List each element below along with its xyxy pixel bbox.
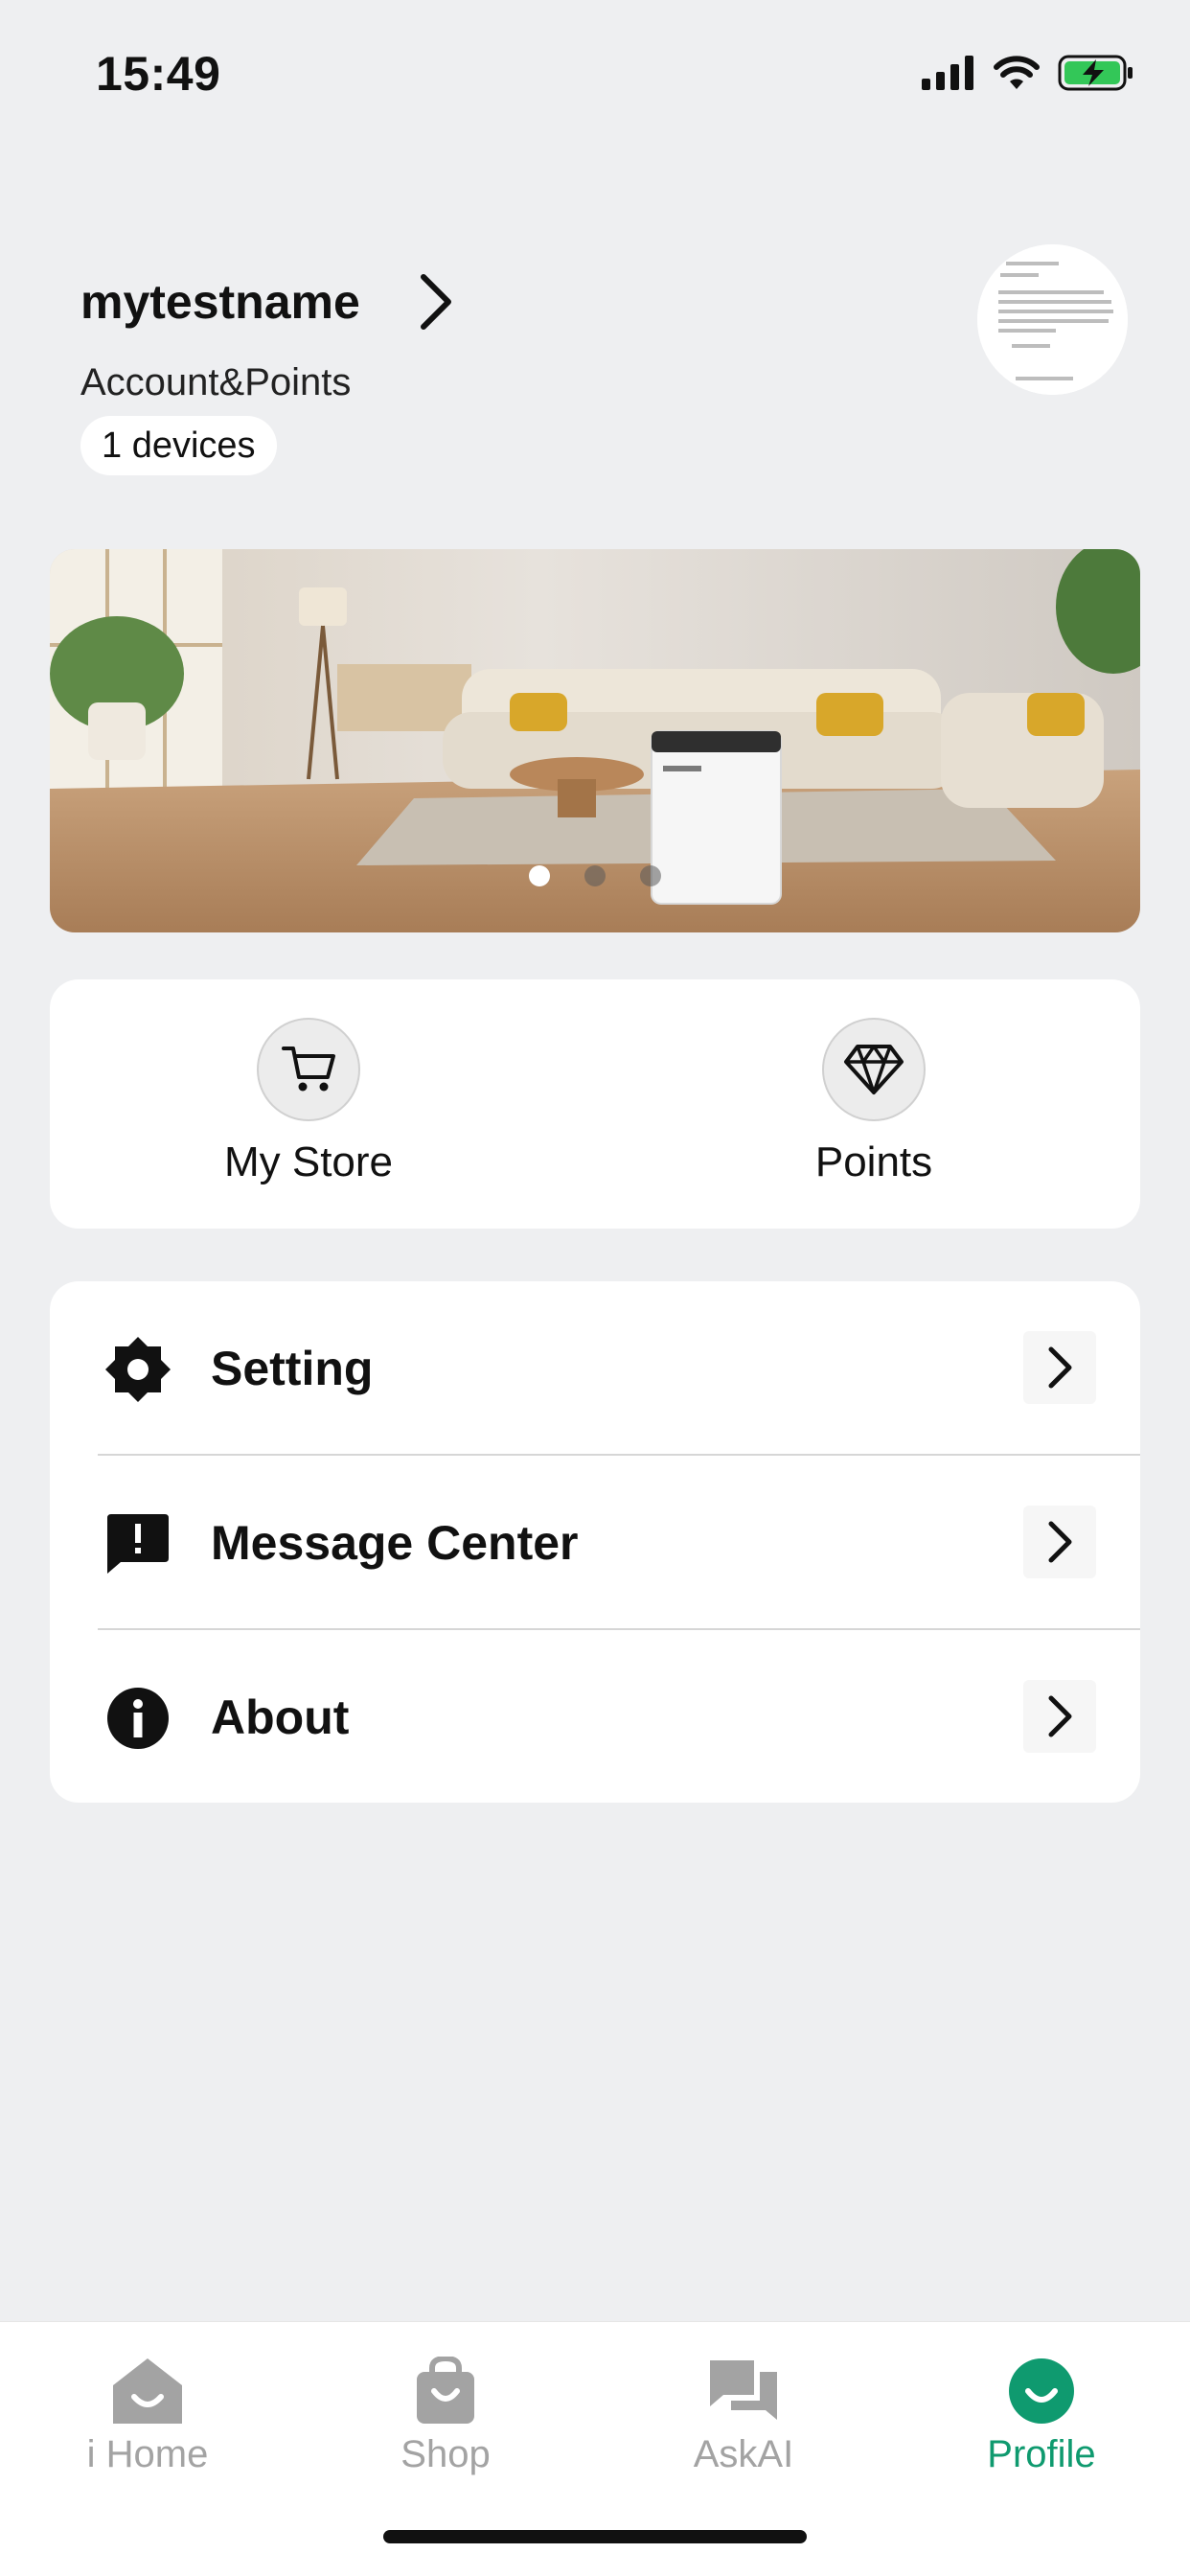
- status-bar: 15:49: [0, 0, 1190, 144]
- nav-label-askai: AskAI: [693, 2433, 794, 2475]
- home-indicator[interactable]: [383, 2530, 807, 2543]
- diamond-icon: [822, 1018, 926, 1121]
- points-label: Points: [814, 1138, 933, 1185]
- wifi-icon: [994, 56, 1040, 89]
- nav-item-askai[interactable]: AskAI: [638, 2357, 849, 2476]
- status-time: 15:49: [96, 47, 221, 101]
- menu-label-about: About: [211, 1690, 350, 1744]
- promo-banner[interactable]: [50, 549, 1140, 932]
- home-icon: [113, 2358, 182, 2424]
- chevron-right-icon: [420, 274, 451, 330]
- chevron-right-icon: [1023, 1506, 1096, 1578]
- battery-charging-icon: [1058, 55, 1133, 91]
- menu-card: Setting Message Center About: [50, 1281, 1140, 1803]
- shopping-bag-icon: [417, 2357, 474, 2424]
- info-icon: [103, 1684, 172, 1753]
- menu-label-message-center: Message Center: [211, 1516, 579, 1570]
- nav-label-home: i Home: [86, 2433, 209, 2475]
- shortcuts-card: My Store Points: [50, 979, 1140, 1229]
- username: mytestname: [80, 275, 360, 329]
- points-button[interactable]: Points: [721, 1018, 1027, 1186]
- menu-label-setting: Setting: [211, 1342, 374, 1395]
- devices-badge[interactable]: 1 devices: [80, 416, 277, 475]
- avatar[interactable]: [977, 244, 1128, 395]
- nav-label-profile: Profile: [987, 2433, 1096, 2475]
- nav-item-home[interactable]: i Home: [42, 2357, 253, 2476]
- banner-pagination: [50, 865, 1140, 886]
- nav-item-profile[interactable]: Profile: [936, 2357, 1147, 2476]
- menu-item-about[interactable]: About: [50, 1630, 1140, 1803]
- menu-item-setting[interactable]: Setting: [50, 1281, 1140, 1455]
- profile-icon: [1009, 2358, 1074, 2424]
- profile-link[interactable]: mytestname: [80, 273, 454, 331]
- gear-icon: [103, 1335, 172, 1404]
- menu-item-message-center[interactable]: Message Center: [50, 1456, 1140, 1629]
- signal-icon: [922, 56, 973, 90]
- cart-icon: [257, 1018, 360, 1121]
- avatar-image: [977, 244, 1128, 395]
- chat-icon: [710, 2360, 777, 2420]
- nav-label-shop: Shop: [400, 2433, 491, 2475]
- nav-item-shop[interactable]: Shop: [340, 2357, 551, 2476]
- pagination-dot[interactable]: [584, 865, 606, 886]
- pagination-dot[interactable]: [640, 865, 661, 886]
- chevron-right-icon: [1023, 1331, 1096, 1404]
- chevron-right-icon: [1023, 1680, 1096, 1753]
- pagination-dot-active[interactable]: [529, 865, 550, 886]
- message-alert-icon: [103, 1509, 172, 1578]
- my-store-button[interactable]: My Store: [155, 1018, 462, 1186]
- status-icons: [922, 54, 1134, 92]
- account-points-link[interactable]: Account&Points: [80, 361, 351, 404]
- my-store-label: My Store: [223, 1138, 394, 1185]
